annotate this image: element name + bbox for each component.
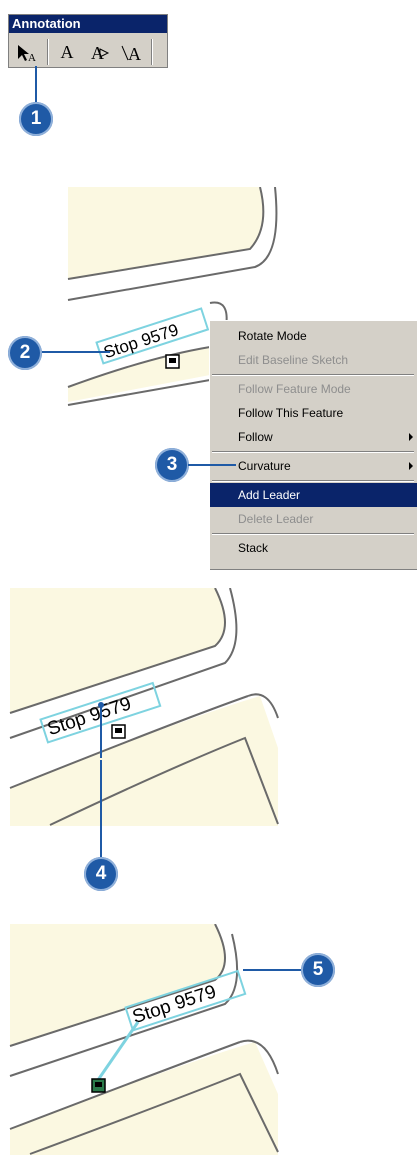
callout-4-line <box>100 705 102 758</box>
submenu-arrow-icon <box>409 462 413 470</box>
menu-item-delete-leader: Delete Leader <box>238 512 314 526</box>
straight-text-button[interactable]: A <box>83 40 115 64</box>
stop-marker-icon <box>165 354 180 369</box>
menu-item-edit-baseline-sketch: Edit Baseline Sketch <box>238 353 349 367</box>
callout-5-line <box>243 969 301 971</box>
parcel-lower <box>68 347 210 402</box>
callout-badge-4: 4 <box>84 857 118 891</box>
curved-text-button[interactable]: A <box>117 40 149 64</box>
map-panel-step-4: Stop 9579 <box>9 588 279 826</box>
stop-marker-icon <box>91 1078 106 1093</box>
annotation-leader-line[interactable] <box>96 1021 140 1081</box>
parcel-upper <box>68 187 264 279</box>
callout-1-line <box>35 66 37 102</box>
toolbar-title: Annotation <box>9 15 167 33</box>
callout-3-line <box>188 464 236 466</box>
annotation-toolbar: Annotation A A A A <box>8 14 168 68</box>
menu-item-curvature[interactable]: Curvature <box>210 454 417 478</box>
menu-item-follow-feature-mode: Follow Feature Mode <box>238 382 351 396</box>
callout-badge-5: 5 <box>301 953 335 987</box>
menu-item-curvature-label: Curvature <box>238 459 291 473</box>
context-menu: Rotate Mode Edit Baseline Sketch Follow … <box>209 320 417 569</box>
menu-item-stack[interactable]: Stack <box>210 536 417 560</box>
svg-text:A: A <box>91 43 104 63</box>
map-panel-step-5: Stop 9579 <box>9 924 279 1155</box>
edit-annotation-tool-button[interactable]: A <box>11 40 43 64</box>
stop-marker-icon <box>111 724 126 739</box>
edit-annotation-tool-icon: A <box>18 45 36 64</box>
menu-item-add-leader[interactable]: Add Leader <box>210 483 417 507</box>
svg-text:A: A <box>128 44 141 64</box>
parcel-lower <box>10 1042 278 1155</box>
callout-badge-2: 2 <box>8 336 42 370</box>
callout-2-line <box>42 351 110 353</box>
curved-text-icon: A <box>121 44 141 64</box>
menu-item-follow-this-feature[interactable]: Follow This Feature <box>210 401 417 425</box>
menu-item-follow[interactable]: Follow <box>210 425 417 449</box>
menu-item-rotate-mode[interactable]: Rotate Mode <box>210 324 417 348</box>
menu-item-follow-label: Follow <box>238 430 273 444</box>
straight-text-icon: A <box>91 43 110 63</box>
callout-badge-3: 3 <box>155 448 189 482</box>
callout-badge-1: 1 <box>19 102 53 136</box>
horizontal-text-icon: A <box>60 42 74 62</box>
horizontal-text-button[interactable]: A <box>51 40 83 64</box>
svg-text:A: A <box>28 52 36 64</box>
submenu-arrow-icon <box>409 433 413 441</box>
